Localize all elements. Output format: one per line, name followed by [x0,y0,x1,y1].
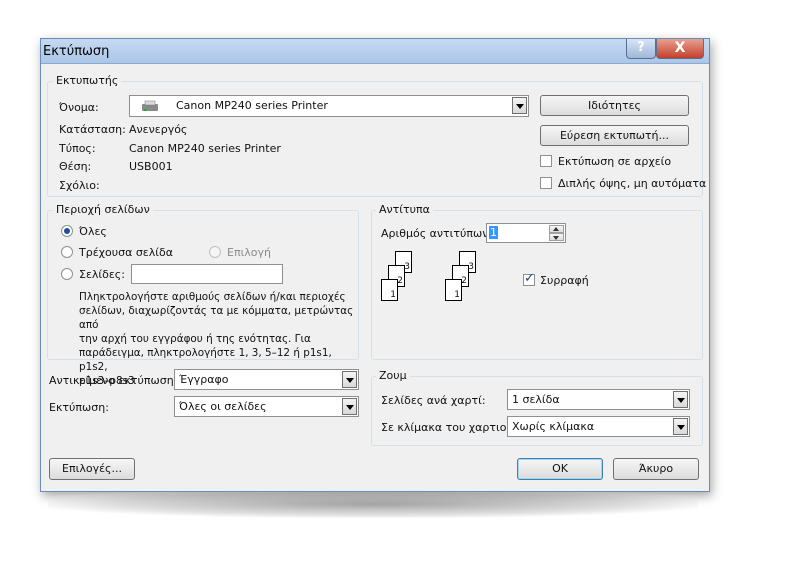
comment-label: Σχόλιο: [59,179,100,192]
page-icon: 1 [381,279,398,301]
copies-legend: Αντίτυπα [376,203,433,216]
copies-number-input[interactable]: 1 [486,223,566,243]
scale-label: Σε κλίμακα του χαρτιού: [381,421,517,434]
chevron-up-icon [553,227,559,231]
print-label: Εκτύπωση: [49,401,109,414]
chevron-down-icon[interactable] [342,398,357,415]
help-line: σελίδων, διαχωρίζοντάς τα με κόμματα, με… [79,305,354,331]
scale-value: Χωρίς κλίμακα [512,420,595,433]
close-button[interactable]: X [656,39,704,59]
chevron-down-icon[interactable] [512,97,527,114]
where-label: Θέση: [59,160,92,173]
all-pages-radio[interactable] [61,225,73,237]
type-value: Canon MP240 series Printer [129,142,281,155]
find-printer-button[interactable]: Εύρεση εκτυπωτή... [540,125,689,146]
cancel-button[interactable]: Άκυρο [613,458,699,480]
help-line: την αρχή του εγγράφου ή της ενότητας. Γι… [79,333,311,345]
zoom-legend: Ζουμ [376,369,410,382]
current-page-radio[interactable] [61,246,73,258]
status-label: Κατάσταση: [59,123,126,136]
all-pages-label: Όλες [79,225,107,238]
selection-radio[interactable] [209,246,221,258]
copies-number-label: Αριθμός αντιτύπων: [381,227,493,240]
close-icon: X [674,40,686,56]
print-what-label: Αντικείμενο εκτύπωσης: [49,374,184,387]
type-label: Τύπος: [59,142,96,155]
pages-per-sheet-select[interactable]: 1 σελίδα [507,389,690,410]
spin-down-button[interactable] [549,233,564,241]
printer-name-select[interactable]: Canon MP240 series Printer [129,95,529,117]
spin-up-button[interactable] [549,225,564,233]
print-what-value: Έγγραφο [179,373,229,386]
help-icon: ? [637,40,645,55]
current-page-label: Τρέχουσα σελίδα [79,246,173,259]
page-range-legend: Περιοχή σελίδων [53,203,153,216]
print-value: Όλες οι σελίδες [179,400,267,413]
ok-button[interactable]: OK [517,458,603,480]
pages-input[interactable] [131,264,283,284]
properties-button[interactable]: Ιδιότητες [540,95,689,116]
copies-number-value: 1 [489,226,498,239]
dialog-title: Εκτύπωση [43,44,110,59]
selection-label: Επιλογή [227,246,272,259]
manual-duplex-checkbox[interactable] [540,177,552,189]
manual-duplex-label: Διπλής όψης, μη αυτόματα [558,177,707,190]
print-to-file-checkbox[interactable] [540,155,552,167]
pages-label: Σελίδες: [79,268,125,281]
printer-legend: Εκτυπωτής [53,74,122,87]
chevron-down-icon [553,236,559,240]
chevron-down-icon[interactable] [342,371,357,388]
printer-icon [142,100,158,111]
page-icon: 1 [445,279,462,301]
collate-checkbox[interactable] [523,271,535,286]
options-button[interactable]: Επιλογές... [49,458,135,480]
collate-label: Συρραφή [540,274,589,287]
pages-per-sheet-label: Σελίδες ανά χαρτί: [381,394,486,407]
help-button[interactable]: ? [626,39,656,59]
printer-name-value: Canon MP240 series Printer [176,99,328,112]
print-select[interactable]: Όλες οι σελίδες [174,396,359,417]
status-value: Ανενεργός [129,123,188,136]
printer-name-label: Όνομα: [59,101,99,114]
title-bar: Εκτύπωση ? X [41,39,709,64]
print-to-file-label: Εκτύπωση σε αρχείο [558,155,672,168]
where-value: USB001 [129,160,173,173]
print-what-select[interactable]: Έγγραφο [174,369,359,390]
window-shadow [48,490,698,518]
scale-select[interactable]: Χωρίς κλίμακα [507,416,690,437]
print-dialog: Εκτύπωση ? X Εκτυπωτής Όνομα: Canon MP24… [40,38,710,492]
chevron-down-icon[interactable] [673,391,688,408]
pages-radio[interactable] [61,268,73,280]
pages-per-sheet-value: 1 σελίδα [512,393,560,406]
help-line: Πληκτρολογήστε αριθμούς σελίδων ή/και πε… [79,291,346,303]
chevron-down-icon[interactable] [673,418,688,435]
